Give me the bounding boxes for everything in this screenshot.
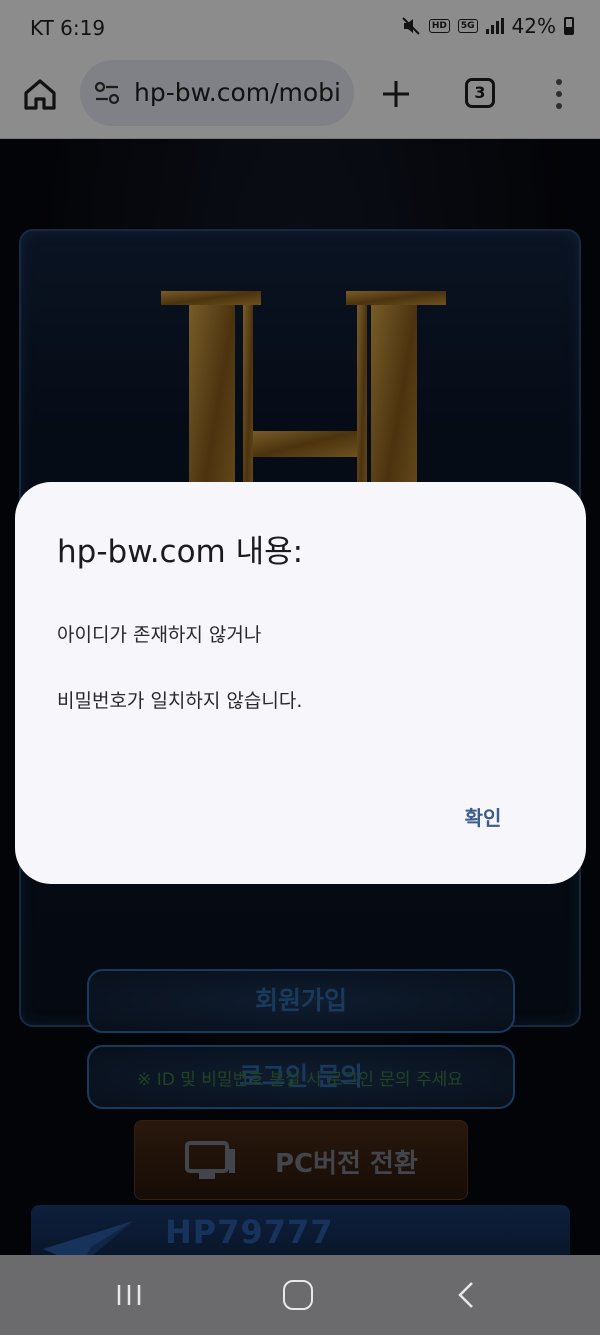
dialog-title: hp-bw.com 내용: [57,534,304,570]
confirm-button[interactable]: 확인 [447,800,519,836]
alert-dialog: hp-bw.com 내용: 아이디가 존재하지 않거나 비밀번호가 일치하지 않… [15,482,586,884]
system-nav-bar [0,1255,600,1335]
home-nav-icon[interactable] [283,1280,313,1310]
back-icon[interactable] [456,1281,476,1309]
recent-apps-icon[interactable] [115,1283,143,1307]
dialog-message-line1: 아이디가 존재하지 않거나 [57,624,262,646]
dialog-message-line2: 비밀번호가 일치하지 않습니다. [57,690,303,712]
